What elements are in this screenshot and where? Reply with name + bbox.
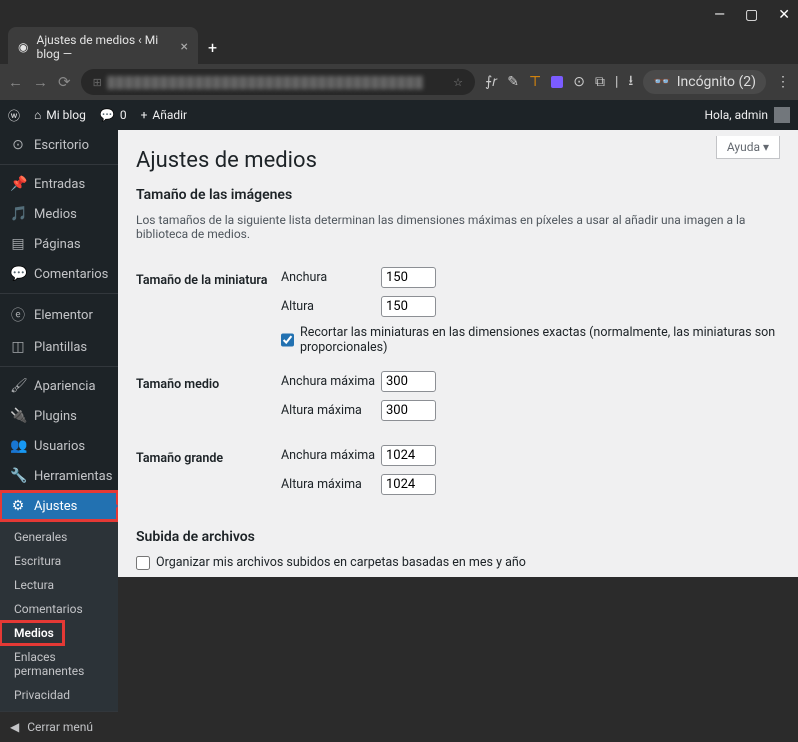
close-window-icon[interactable]: ✕ — [778, 7, 790, 23]
sidebar-item-templates[interactable]: ◫Plantillas — [0, 332, 118, 362]
thumb-width-input[interactable] — [381, 267, 436, 288]
large-height-label: Altura máxima — [281, 477, 381, 492]
forward-icon[interactable]: → — [33, 73, 48, 91]
sidebar-item-users[interactable]: 👥Usuarios — [0, 431, 118, 461]
thumb-width-label: Anchura — [281, 270, 381, 285]
divider: | — [615, 74, 618, 90]
toolbar-extensions: ⨍𝑟 ✎ ⊤ ⊙ ⧉ | ⭳ 👓 Incógnito (2) ⋮ — [485, 70, 790, 94]
sidebar-item-dashboard[interactable]: ⊙Escritorio — [0, 130, 118, 160]
comment-icon: 💬 — [10, 266, 26, 282]
plus-icon: + — [141, 108, 148, 122]
medium-width-input[interactable] — [381, 371, 436, 392]
ext-icon[interactable] — [551, 76, 563, 88]
media-icon: 🎵 — [10, 206, 26, 222]
thumb-height-input[interactable] — [381, 296, 436, 317]
large-width-input[interactable] — [381, 445, 436, 466]
sizes-description: Los tamaños de la siguiente lista determ… — [136, 213, 780, 241]
ext-icon[interactable]: ⊤ — [529, 74, 541, 90]
plugin-icon: 🔌 — [10, 408, 26, 424]
sidebar-item-elementor[interactable]: ⓔElementor — [0, 298, 118, 332]
dashboard-icon: ⊙ — [10, 137, 26, 153]
minimize-icon[interactable]: — — [714, 7, 725, 23]
submenu-writing[interactable]: Escritura — [0, 549, 118, 573]
page-title: Ajustes de medios — [136, 148, 780, 173]
settings-content: Ayuda ▾ Ajustes de medios Tamaño de las … — [118, 130, 798, 577]
collapse-icon: ◀ — [10, 720, 19, 734]
medium-height-input[interactable] — [381, 400, 436, 421]
wp-logo-icon[interactable]: ⓦ — [8, 107, 20, 124]
submenu-general[interactable]: Generales — [0, 525, 118, 549]
sidebar-item-appearance[interactable]: 🖌Apariencia — [0, 371, 118, 401]
collapse-menu[interactable]: ◀Cerrar menú — [0, 711, 118, 742]
incognito-badge[interactable]: 👓 Incógnito (2) — [643, 70, 766, 94]
sidebar-item-tools[interactable]: 🔧Herramientas — [0, 461, 118, 491]
avatar[interactable] — [774, 107, 790, 123]
greeting-text[interactable]: Hola, admin — [704, 108, 768, 122]
submenu-discussion[interactable]: Comentarios — [0, 597, 118, 621]
new-tab-button[interactable]: + — [208, 38, 217, 57]
thumb-crop-label: Recortar las miniaturas en las dimension… — [300, 325, 780, 355]
thumb-heading: Tamaño de la miniatura — [136, 259, 281, 363]
browser-tab[interactable]: ◉ Ajustes de medios ‹ Mi blog — × — [8, 27, 198, 67]
reload-icon[interactable]: ⟳ — [58, 73, 71, 91]
window-titlebar: — ▢ ✕ — [0, 0, 798, 30]
sidebar-item-media[interactable]: 🎵Medios — [0, 199, 118, 229]
maximize-icon[interactable]: ▢ — [745, 7, 758, 23]
submenu-permalinks[interactable]: Enlaces permanentes — [0, 645, 118, 683]
menu-icon[interactable]: ⋮ — [776, 74, 790, 90]
back-icon[interactable]: ← — [8, 73, 23, 91]
medium-width-label: Anchura máxima — [281, 374, 381, 389]
ext-icon[interactable]: ⧉ — [595, 74, 605, 90]
ext-icon[interactable]: ⨍𝑟 — [485, 74, 497, 90]
close-tab-icon[interactable]: × — [181, 39, 188, 55]
tab-title: Ajustes de medios ‹ Mi blog — — [36, 33, 172, 61]
home-icon: ⌂ — [34, 108, 41, 122]
sidebar-item-settings[interactable]: ⚙Ajustes — [0, 491, 118, 521]
address-bar[interactable]: ⊞ ████████████████████████████████████ ☆ — [81, 69, 475, 95]
submenu-media[interactable]: Medios — [0, 621, 64, 645]
medium-heading: Tamaño medio — [136, 363, 281, 437]
site-name-link[interactable]: ⌂ Mi blog — [34, 108, 86, 122]
large-width-label: Anchura máxima — [281, 448, 381, 463]
users-icon: 👥 — [10, 438, 26, 454]
comments-link[interactable]: 💬 0 — [100, 108, 127, 122]
browser-tabs: ◉ Ajustes de medios ‹ Mi blog — × + — [0, 30, 798, 64]
ext-icon[interactable]: ⊙ — [573, 74, 585, 90]
sidebar-item-plugins[interactable]: 🔌Plugins — [0, 401, 118, 431]
browser-toolbar: ← → ⟳ ⊞ ████████████████████████████████… — [0, 64, 798, 100]
settings-icon: ⚙ — [10, 498, 26, 514]
section-heading-upload: Subida de archivos — [136, 529, 780, 545]
site-info-icon[interactable]: ⊞ — [93, 76, 102, 89]
wp-admin-bar: ⓦ ⌂ Mi blog 💬 0 + Añadir Hola, admin — [0, 100, 798, 130]
sidebar-item-posts[interactable]: 📌Entradas — [0, 169, 118, 199]
download-icon[interactable]: ⭳ — [628, 70, 633, 94]
comment-icon: 💬 — [100, 108, 115, 122]
large-height-input[interactable] — [381, 474, 436, 495]
help-tab[interactable]: Ayuda ▾ — [716, 136, 780, 159]
large-heading: Tamaño grande — [136, 437, 281, 511]
sidebar-item-pages[interactable]: ▤Páginas — [0, 229, 118, 259]
sidebar-item-comments[interactable]: 💬Comentarios — [0, 259, 118, 289]
submenu-privacy[interactable]: Privacidad — [0, 683, 118, 707]
section-heading-sizes: Tamaño de las imágenes — [136, 187, 780, 203]
settings-submenu: Generales Escritura Lectura Comentarios … — [0, 521, 118, 711]
thumb-crop-checkbox[interactable] — [281, 333, 294, 347]
elementor-icon: ⓔ — [10, 305, 26, 325]
thumb-height-label: Altura — [281, 299, 381, 314]
page-icon: ▤ — [10, 236, 26, 252]
pin-icon: 📌 — [10, 176, 26, 192]
admin-sidebar: ⊙Escritorio 📌Entradas 🎵Medios ▤Páginas 💬… — [0, 130, 118, 577]
brush-icon: 🖌 — [10, 378, 26, 394]
submenu-reading[interactable]: Lectura — [0, 573, 118, 597]
ext-icon[interactable]: ✎ — [507, 74, 519, 90]
globe-icon: ◉ — [18, 40, 28, 54]
organize-uploads-label: Organizar mis archivos subidos en carpet… — [156, 555, 526, 570]
tools-icon: 🔧 — [10, 468, 26, 484]
incognito-icon: 👓 — [653, 74, 670, 90]
templates-icon: ◫ — [10, 339, 26, 355]
bookmark-star-icon[interactable]: ☆ — [453, 76, 463, 89]
organize-uploads-checkbox[interactable] — [136, 556, 150, 570]
new-content-link[interactable]: + Añadir — [141, 108, 188, 122]
medium-height-label: Altura máxima — [281, 403, 381, 418]
